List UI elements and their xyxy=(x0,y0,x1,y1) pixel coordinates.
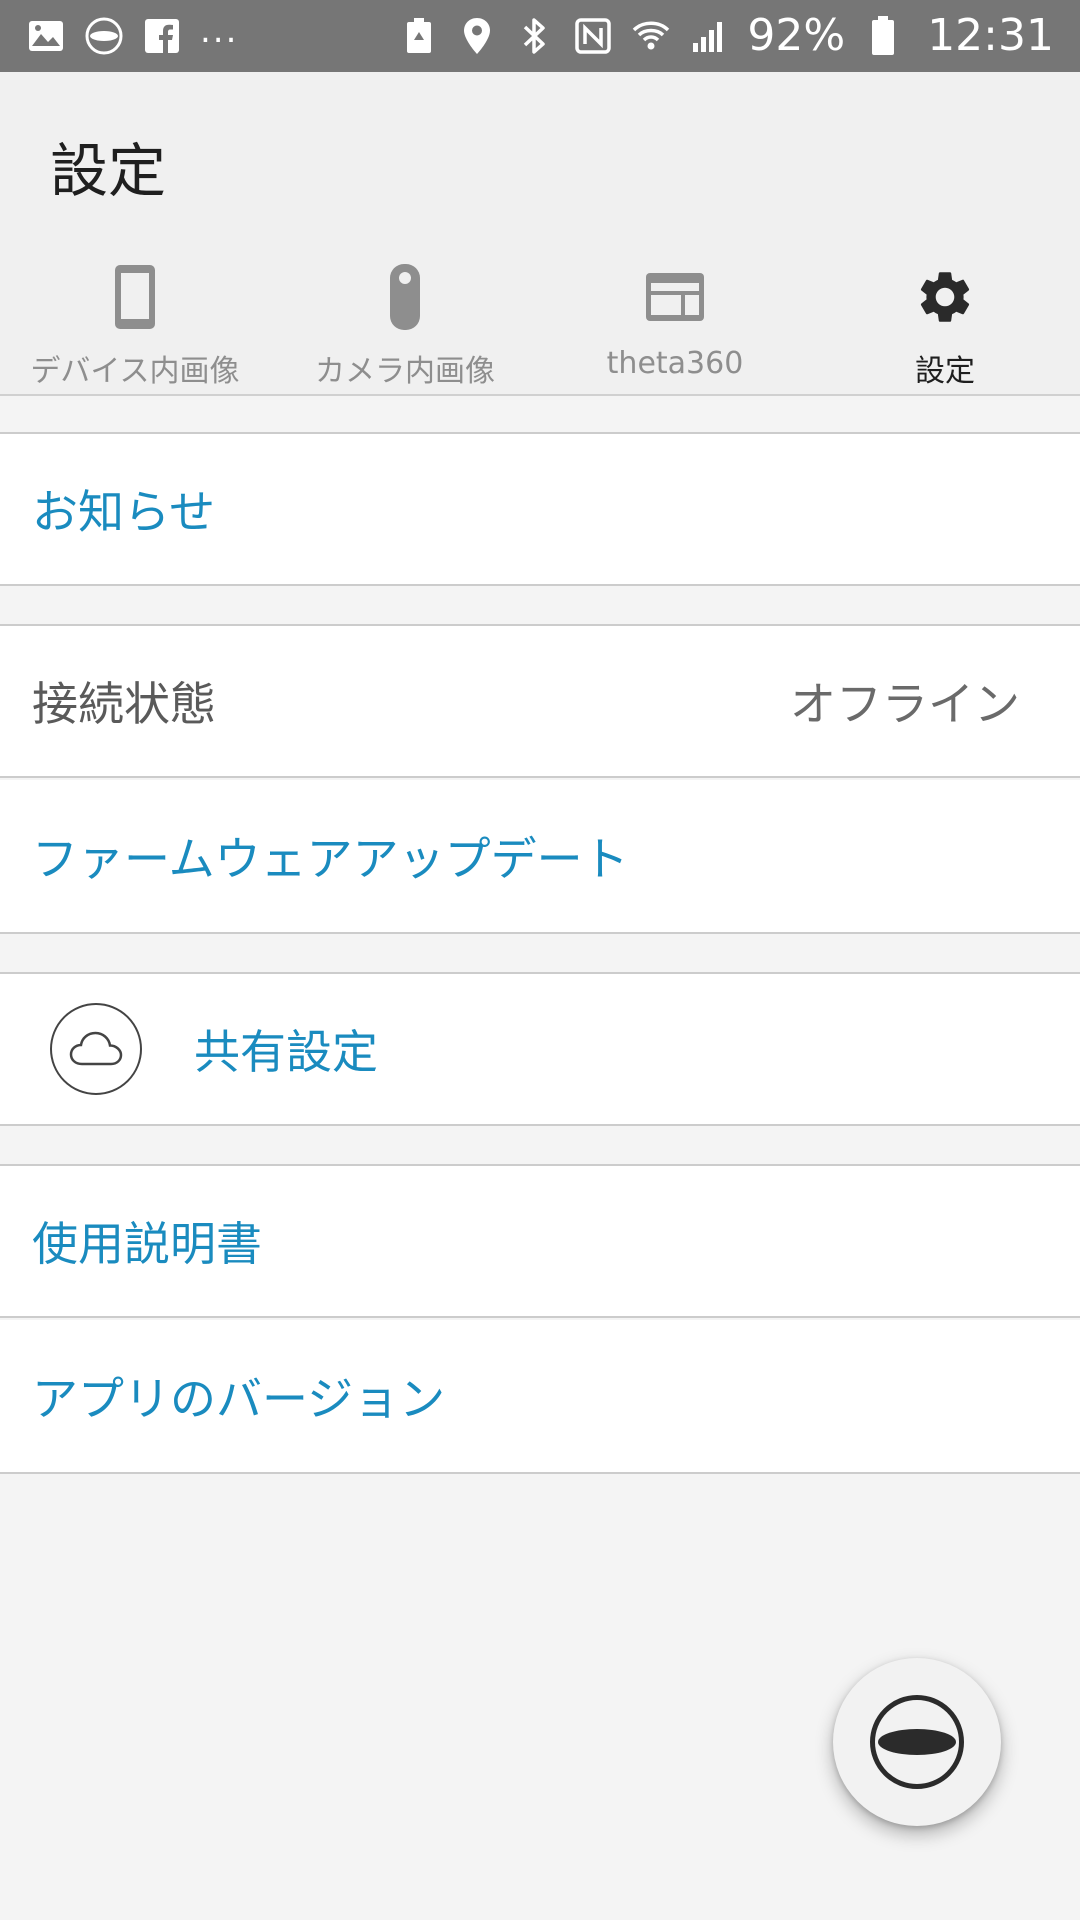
theta-icon xyxy=(84,16,124,56)
phone-icon xyxy=(0,254,270,340)
battery-percent: 92% xyxy=(747,10,846,61)
wifi-icon xyxy=(631,16,671,56)
status-bar-left: ... xyxy=(26,11,239,56)
app-version-item[interactable]: アプリのバージョン xyxy=(0,1320,1080,1474)
location-icon xyxy=(457,16,497,56)
header-divider xyxy=(0,394,1080,396)
share-settings-item[interactable]: 共有設定 xyxy=(0,972,1080,1126)
camera-icon xyxy=(270,254,540,340)
tab-camera-images[interactable]: カメラ内画像 xyxy=(270,254,540,396)
theta-camera-icon xyxy=(870,1695,964,1789)
tab-device-images[interactable]: デバイス内画像 xyxy=(0,254,270,396)
facebook-icon xyxy=(142,16,182,56)
page-title: 設定 xyxy=(50,137,167,205)
user-manual-label: 使用説明書 xyxy=(32,1217,262,1271)
battery-icon xyxy=(863,16,903,56)
nfc-icon xyxy=(573,16,613,56)
connection-status-label: 接続状態 xyxy=(32,677,216,731)
status-bar: ... 92% 12:31 xyxy=(0,0,1080,72)
tab-label: カメラ内画像 xyxy=(315,354,495,389)
more-notifications: ... xyxy=(200,11,239,51)
gallery-icon xyxy=(26,16,66,56)
firmware-update-label: ファームウェアアップデート xyxy=(32,832,629,886)
connection-status-item: 接続状態 オフライン xyxy=(0,624,1080,778)
signal-icon xyxy=(689,16,729,56)
status-bar-right: 92% 12:31 xyxy=(399,14,1054,58)
user-manual-item[interactable]: 使用説明書 xyxy=(0,1164,1080,1318)
battery-saver-icon xyxy=(399,16,439,56)
cloud-icon xyxy=(50,1003,142,1095)
firmware-update-item[interactable]: ファームウェアアップデート xyxy=(0,780,1080,934)
connection-status-value: オフライン xyxy=(790,677,1020,731)
camera-connect-button[interactable] xyxy=(833,1658,1001,1826)
web-gallery-icon xyxy=(540,254,810,340)
notice-label: お知らせ xyxy=(32,485,216,539)
app-header: 設定 デバイス内画像 カメラ内画像 theta360 設定 xyxy=(0,72,1080,396)
tab-label: theta360 xyxy=(606,346,744,381)
tab-bar: デバイス内画像 カメラ内画像 theta360 設定 xyxy=(0,254,1080,396)
status-time: 12:31 xyxy=(927,10,1054,61)
tab-theta360[interactable]: theta360 xyxy=(540,254,810,396)
gear-icon xyxy=(810,254,1080,340)
share-settings-label: 共有設定 xyxy=(194,1025,378,1079)
bluetooth-icon xyxy=(515,16,555,56)
tab-settings[interactable]: 設定 xyxy=(810,254,1080,396)
tab-label: デバイス内画像 xyxy=(30,354,240,389)
notice-item[interactable]: お知らせ xyxy=(0,432,1080,586)
tab-label: 設定 xyxy=(915,354,975,389)
app-version-label: アプリのバージョン xyxy=(32,1372,446,1426)
